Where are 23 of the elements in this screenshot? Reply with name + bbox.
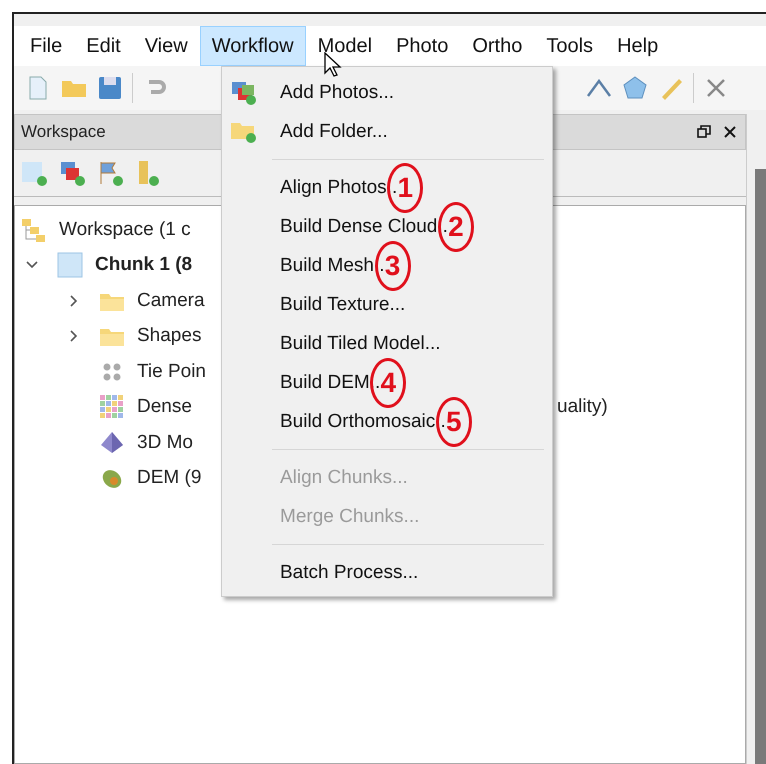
tree-item[interactable]: Dense — [137, 396, 192, 418]
menu-bar-item[interactable]: Photo — [384, 26, 460, 66]
menu-bar-item[interactable]: View — [132, 26, 200, 66]
menu-item[interactable]: Build Tiled Model... — [222, 324, 443, 363]
menu-item[interactable]: Batch Process... — [222, 553, 420, 592]
menu-bar-item[interactable]: Workflow — [200, 26, 306, 66]
menu-bar-item[interactable]: Model — [306, 26, 384, 66]
menu-bar-item[interactable]: File — [18, 26, 74, 66]
tree-item[interactable]: Camera — [137, 290, 205, 312]
tree-item[interactable]: Tie Poin — [137, 360, 206, 383]
tree-item[interactable]: Shapes — [137, 325, 202, 348]
menu-bar-item[interactable]: Help — [605, 26, 670, 66]
tree-item[interactable]: DEM (9 — [137, 467, 202, 490]
panel-title: Workspace — [21, 122, 106, 142]
tree-item[interactable]: Workspace (1 c — [59, 218, 191, 241]
menu-bar-item[interactable]: Edit — [74, 26, 133, 66]
tree-item-text: uality) — [557, 396, 608, 418]
menu-item[interactable]: Add Folder... — [222, 112, 390, 151]
tree-item[interactable]: Chunk 1 (8 — [95, 254, 192, 276]
menu-bar-item[interactable]: Ortho — [460, 26, 534, 66]
menu-item[interactable]: Build Texture... — [222, 285, 408, 324]
tree-item[interactable]: 3D Mo — [137, 432, 193, 454]
menu-bar-item[interactable]: Tools — [534, 26, 606, 66]
